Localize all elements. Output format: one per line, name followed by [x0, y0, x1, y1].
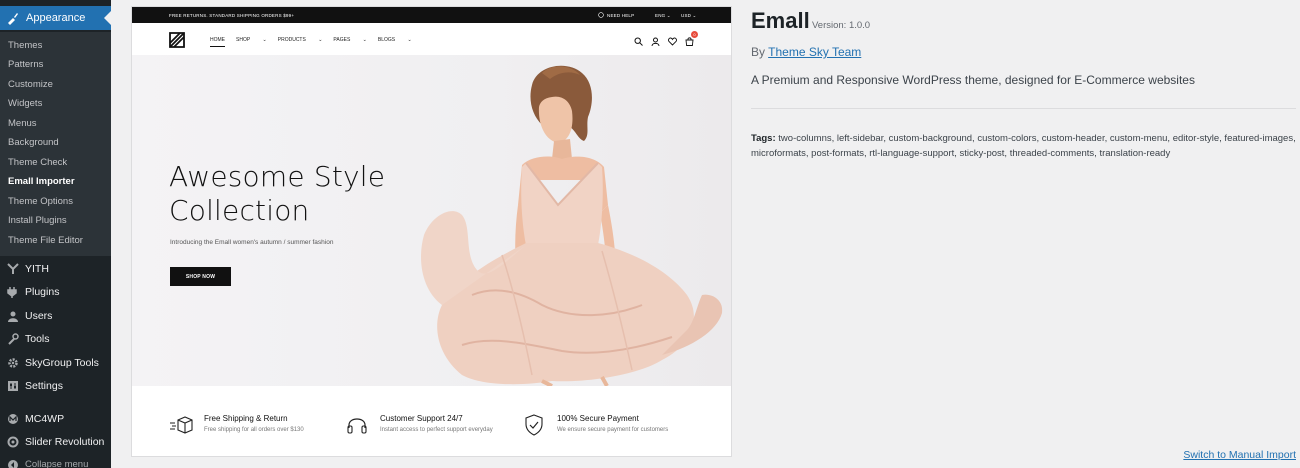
demo-navbar: HOME SHOP ⌄ PRODUCTS ⌄ PAGES ⌄ BLOGS ⌄ 0 — [132, 23, 731, 55]
submenu-item-install-plugins[interactable]: Install Plugins — [8, 215, 67, 226]
submenu-item-menus[interactable]: Menus — [8, 118, 37, 129]
settings-icon — [6, 379, 19, 392]
sidebar-item-label: Users — [25, 309, 53, 322]
topbar-promo: FREE RETURNS. STANDARD SHIPPING ORDERS $… — [169, 13, 295, 18]
feature-desc: Free shipping for all orders over $130 — [204, 427, 304, 433]
theme-version: Version: 1.0.0 — [812, 20, 871, 31]
feature-desc: Instant access to perfect support everyd… — [380, 427, 493, 433]
collapse-icon — [6, 458, 19, 468]
hero-model-image — [421, 65, 723, 386]
shield-check-icon — [522, 414, 546, 436]
theme-tags: Tags: two-columns, left-sidebar, custom-… — [751, 131, 1296, 161]
sidebar-item-label: Slider Revolution — [25, 435, 105, 448]
language-select: ENG ⌄ — [655, 13, 671, 18]
theme-screenshot: FREE RETURNS. STANDARD SHIPPING ORDERS $… — [131, 6, 732, 457]
yith-icon — [6, 262, 19, 275]
emall-logo — [169, 32, 185, 48]
appearance-submenu: Themes Patterns Customize Widgets Menus … — [0, 32, 111, 256]
sidebar-item-label: Appearance — [26, 12, 86, 24]
help-icon — [598, 12, 604, 18]
hero-banner: Awesome Style Collection Introducing the… — [132, 55, 731, 386]
feature-shipping: Free Shipping & Return Free shipping for… — [169, 414, 304, 436]
submenu-item-theme-options[interactable]: Theme Options — [8, 196, 73, 207]
theme-author: By Theme Sky Team — [751, 45, 861, 59]
nav-blogs: BLOGS ⌄ — [377, 37, 412, 43]
theme-author-link[interactable]: Theme Sky Team — [768, 45, 861, 59]
submenu-item-theme-check[interactable]: Theme Check — [8, 157, 67, 168]
hero-title-line1: Awesome Style — [169, 160, 386, 193]
nav-products: PRODUCTS ⌄ — [277, 37, 323, 43]
submenu-item-emall-importer[interactable]: Emall Importer — [8, 176, 75, 187]
headphones-icon — [345, 414, 369, 436]
wrench-icon — [6, 332, 19, 345]
sidebar-item-label: SkyGroup Tools — [25, 356, 99, 369]
sidebar-item-yith[interactable]: YITH — [6, 262, 49, 275]
search-icon — [632, 35, 644, 47]
feature-desc: We ensure secure payment for customers — [557, 427, 669, 433]
submenu-item-customize[interactable]: Customize — [8, 79, 53, 90]
demo-nav-menu: HOME SHOP ⌄ PRODUCTS ⌄ PAGES ⌄ BLOGS ⌄ — [210, 37, 423, 47]
plugin-icon — [6, 285, 19, 298]
brush-icon — [6, 12, 19, 25]
sidebar-item-settings[interactable]: Settings — [6, 379, 63, 392]
shipping-box-icon — [169, 414, 193, 436]
nav-shop: SHOP ⌄ — [236, 37, 267, 43]
switch-to-manual-import-link[interactable]: Switch to Manual Import — [1183, 449, 1296, 461]
theme-description: A Premium and Responsive WordPress theme… — [751, 73, 1195, 87]
sidebar-item-label: Plugins — [25, 285, 60, 298]
divider — [751, 108, 1296, 109]
feature-support: Customer Support 24/7 Instant access to … — [345, 414, 493, 436]
admin-sidebar: Appearance Themes Patterns Customize Wid… — [0, 0, 111, 468]
submenu-item-patterns[interactable]: Patterns — [8, 59, 43, 70]
sidebar-item-skygroup-tools[interactable]: SkyGroup Tools — [6, 356, 99, 369]
nav-home: HOME — [210, 37, 225, 47]
sidebar-item-label: Tools — [25, 332, 50, 345]
need-help-link: NEED HELP — [598, 12, 634, 18]
need-help-label: NEED HELP — [607, 12, 635, 18]
users-icon — [6, 309, 19, 322]
tags-list: two-columns, left-sidebar, custom-backgr… — [751, 133, 1296, 159]
shop-now-button: SHOP NOW — [170, 267, 231, 286]
account-icon — [649, 35, 661, 47]
sidebar-item-label: MC4WP — [25, 412, 65, 425]
sidebar-item-plugins[interactable]: Plugins — [6, 285, 59, 298]
sidebar-item-mc4wp[interactable]: MC4WP — [6, 412, 64, 425]
submenu-item-widgets[interactable]: Widgets — [8, 98, 42, 109]
feature-title: 100% Secure Payment — [557, 414, 639, 423]
theme-name: Emall — [751, 8, 810, 33]
nav-pages: PAGES ⌄ — [333, 37, 367, 43]
currency-select: USD ⌄ — [681, 13, 697, 18]
gear-icon — [6, 356, 19, 369]
sidebar-item-appearance[interactable]: Appearance — [0, 6, 111, 30]
features-bar: Free Shipping & Return Free shipping for… — [132, 386, 731, 456]
sidebar-item-slider-revolution[interactable]: Slider Revolution — [6, 435, 104, 448]
submenu-item-theme-file-editor[interactable]: Theme File Editor — [8, 235, 83, 246]
author-prefix: By — [751, 45, 766, 59]
feature-payment: 100% Secure Payment We ensure secure pay… — [522, 414, 668, 436]
submenu-item-background[interactable]: Background — [8, 137, 59, 148]
hero-title-line2: Collection — [169, 194, 310, 227]
submenu-item-themes[interactable]: Themes — [8, 40, 42, 51]
demo-nav-icons: 0 — [632, 31, 700, 47]
hero-title: Awesome Style Collection — [169, 160, 385, 228]
wishlist-heart-icon — [666, 35, 678, 47]
mc4wp-icon — [6, 412, 19, 425]
collapse-label: Collapse menu — [25, 459, 89, 468]
sidebar-item-label: Settings — [25, 379, 63, 392]
cart-icon: 0 — [683, 31, 698, 47]
collapse-menu-button[interactable]: Collapse menu — [6, 458, 88, 468]
hero-subtitle: Introducing the Emall women's autumn / s… — [170, 239, 334, 246]
tags-label: Tags: — [751, 133, 776, 144]
sidebar-item-label: YITH — [25, 262, 49, 275]
cart-count-badge: 0 — [691, 31, 698, 38]
feature-title: Free Shipping & Return — [204, 414, 288, 423]
demo-topbar: FREE RETURNS. STANDARD SHIPPING ORDERS $… — [132, 7, 731, 23]
sidebar-item-tools[interactable]: Tools — [6, 332, 50, 345]
sidebar-item-users[interactable]: Users — [6, 309, 52, 322]
revolution-icon — [6, 435, 19, 448]
feature-title: Customer Support 24/7 — [380, 414, 463, 423]
